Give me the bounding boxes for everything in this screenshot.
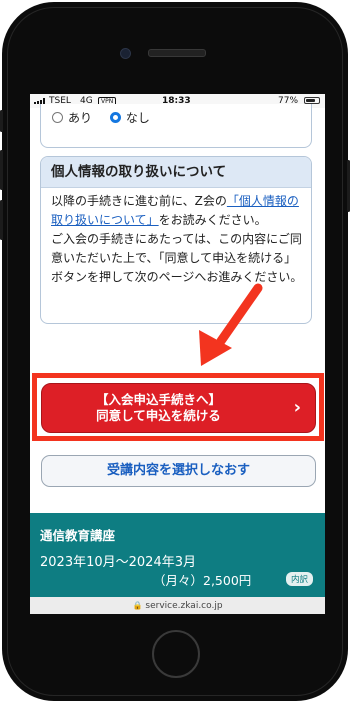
radio-button-yes[interactable]: [52, 112, 63, 123]
lock-icon: 🔒: [132, 601, 143, 610]
radio-option-yes[interactable]: あり: [52, 109, 92, 126]
front-camera: [120, 48, 131, 59]
privacy-card: 個人情報の取り扱いについて 以降の手続きに進む前に、Z会の「個人情報の取り扱いに…: [40, 156, 312, 324]
reselect-course-button[interactable]: 受講内容を選択しなおす: [41, 455, 316, 487]
home-button[interactable]: [152, 630, 200, 678]
privacy-title: 個人情報の取り扱いについて: [41, 157, 311, 188]
breakdown-badge[interactable]: 内訳: [286, 572, 314, 586]
course-label: 通信教育講座: [40, 528, 116, 543]
agree-continue-label: 【入会申込手続きへ】 同意して申込を続ける: [42, 392, 275, 424]
radio-option-no[interactable]: なし: [109, 109, 150, 126]
url-domain: service.zkai.co.jp: [145, 601, 223, 611]
agree-continue-line1: 【入会申込手続きへ】: [95, 392, 221, 407]
battery-icon: [304, 97, 320, 104]
privacy-text-before-link: 以降の手続きに進む前に、Z会の: [51, 194, 227, 208]
radio-label-no: なし: [125, 111, 150, 125]
volume-up-button: [0, 150, 3, 190]
chevron-right-icon: ›: [293, 397, 301, 418]
url-bar[interactable]: 🔒 service.zkai.co.jp: [30, 597, 325, 614]
phone-frame: TSEL 4G VPN 18:33 77% あり なし 個人情報の取り扱いについ…: [2, 2, 348, 701]
course-period: 2023年10月〜2024年3月: [40, 555, 196, 570]
volume-down-button: [0, 200, 3, 240]
agree-continue-button[interactable]: 【入会申込手続きへ】 同意して申込を続ける ›: [41, 383, 316, 433]
privacy-paragraph-2: ご入会の手続きにあたっては、この内容にご同意いただいた上で、「同意して申込を続け…: [51, 232, 303, 284]
radio-group: あり なし: [52, 109, 164, 126]
earpiece-speaker: [148, 49, 206, 57]
radio-label-yes: あり: [68, 111, 93, 125]
privacy-text-after-link: をお読みください。: [158, 213, 267, 227]
privacy-body: 以降の手続きに進む前に、Z会の「個人情報の取り扱いについて」をお読みください。 …: [41, 188, 311, 287]
course-price: （月々）2,500円: [153, 573, 252, 588]
agree-continue-line2: 同意して申込を続ける: [96, 408, 221, 423]
mute-switch: [0, 110, 3, 132]
radio-button-no[interactable]: [109, 112, 121, 123]
screen: TSEL 4G VPN 18:33 77% あり なし 個人情報の取り扱いについ…: [30, 94, 325, 614]
course-summary: 通信教育講座 2023年10月〜2024年3月 （月々）2,500円 内訳: [30, 513, 325, 597]
